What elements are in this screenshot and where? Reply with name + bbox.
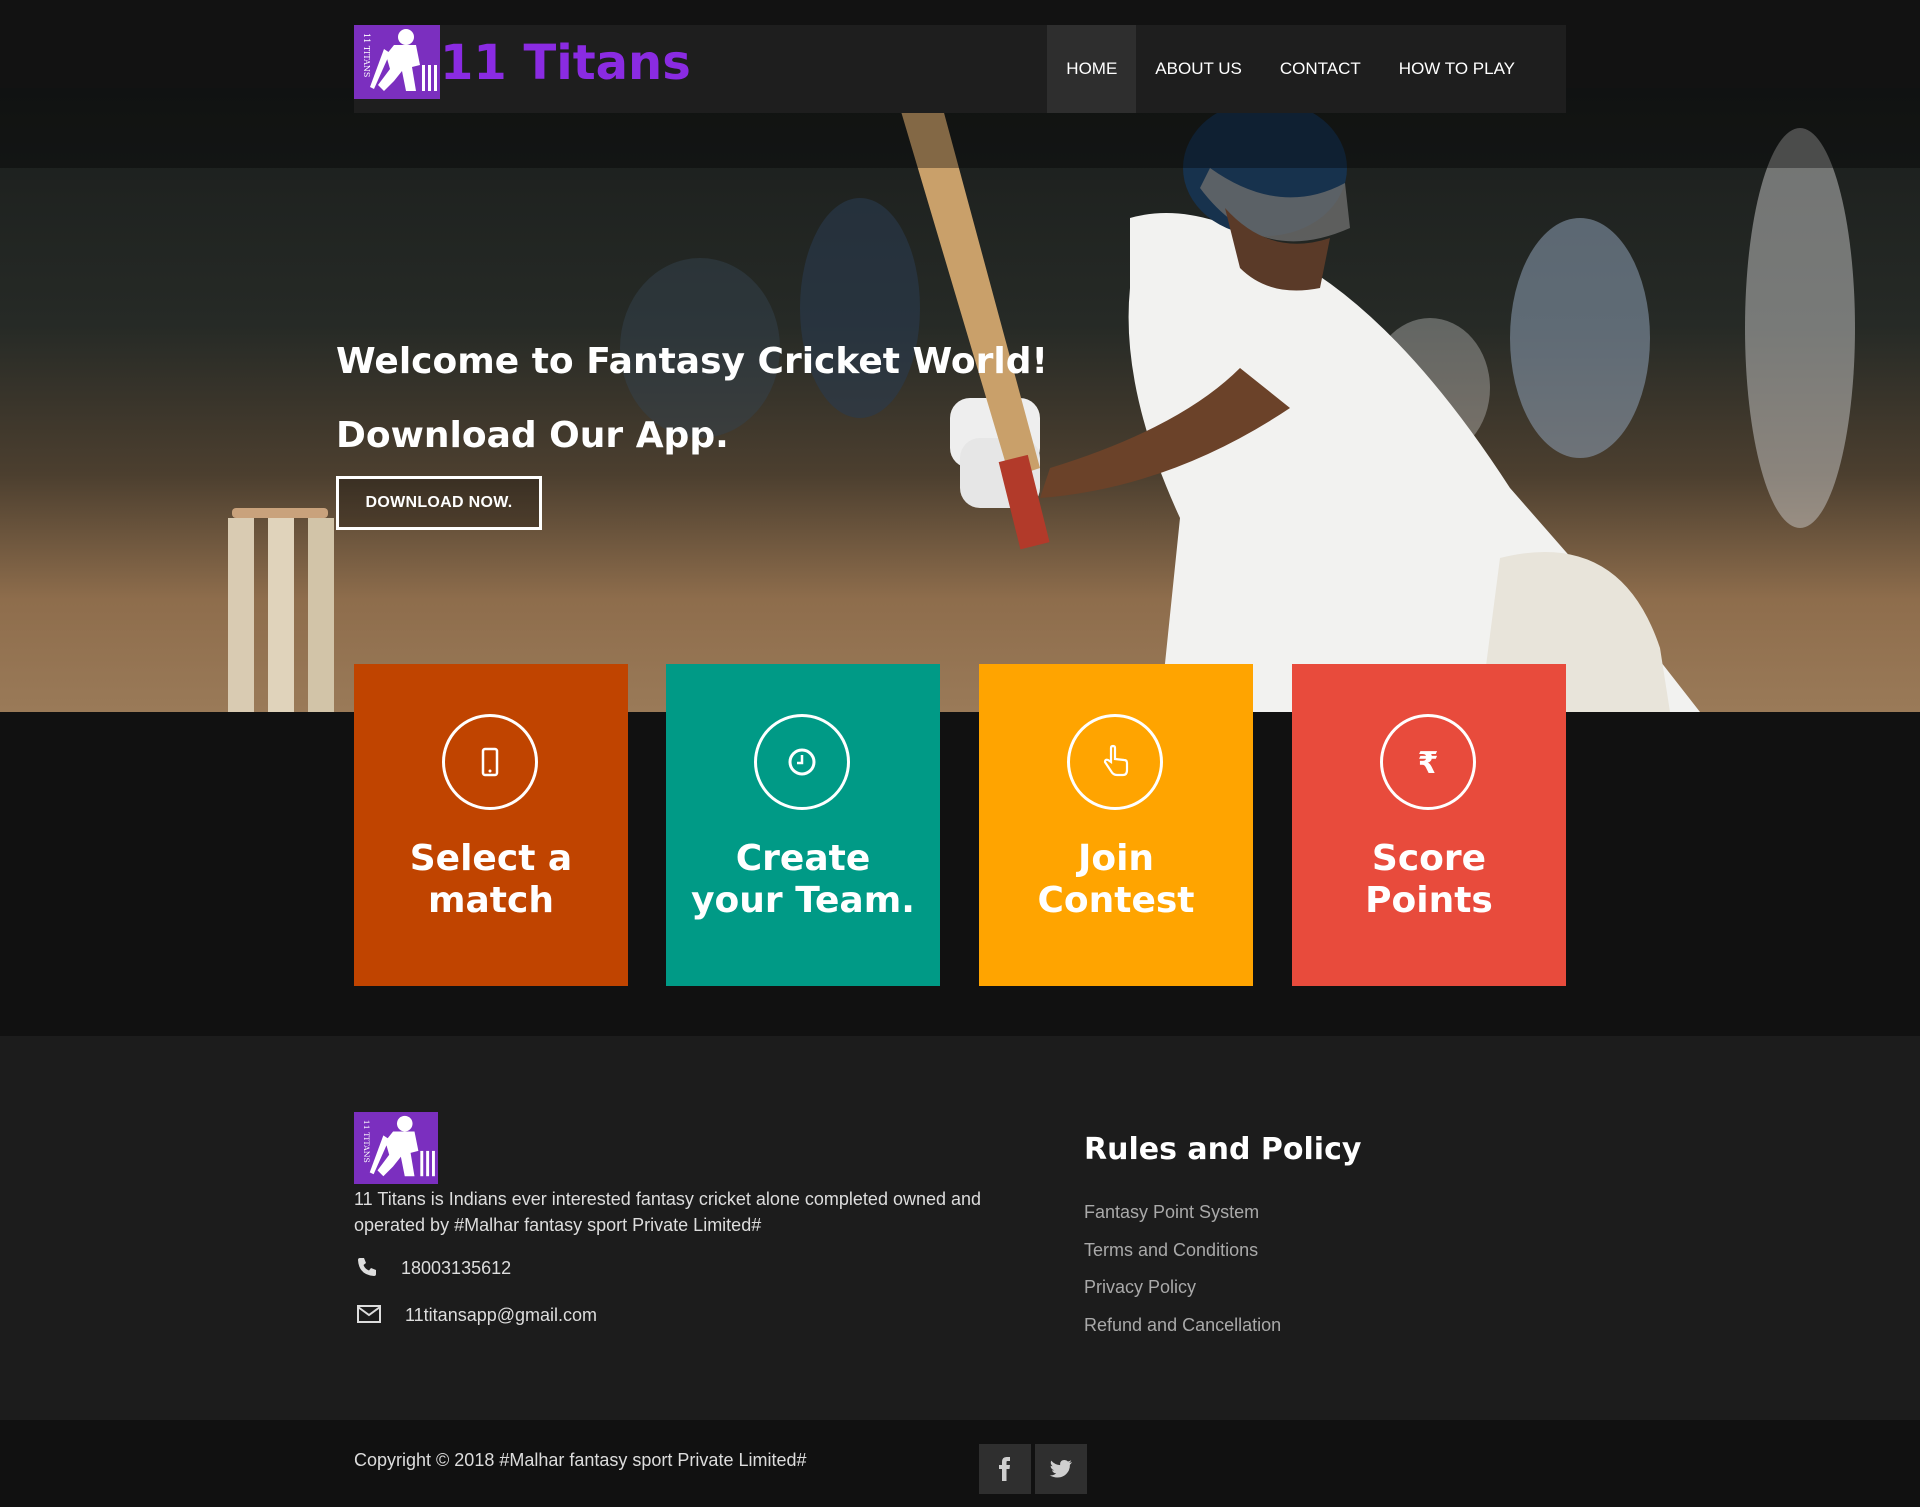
- brand-name[interactable]: 11 Titans: [440, 33, 691, 93]
- footer-description: 11 Titans is Indians ever interested fan…: [354, 1189, 982, 1235]
- clock-icon: [754, 714, 850, 810]
- nav-how-to-play[interactable]: HOW TO PLAY: [1380, 25, 1534, 113]
- rules-policy-heading: Rules and Policy: [1084, 1132, 1362, 1167]
- mobile-phone-icon: [442, 714, 538, 810]
- step-title: Join Contest: [1037, 838, 1195, 921]
- site-header: 11 TITANS 11 Titans HOME ABOUT US CONTAC…: [354, 25, 1566, 113]
- svg-text:11 TITANS: 11 TITANS: [362, 1120, 371, 1163]
- nav-about-us[interactable]: ABOUT US: [1136, 25, 1261, 113]
- link-privacy-policy[interactable]: Privacy Policy: [1084, 1269, 1281, 1307]
- twitter-icon[interactable]: [1035, 1444, 1087, 1494]
- envelope-icon: [356, 1303, 382, 1330]
- svg-text:11 TITANS: 11 TITANS: [362, 33, 371, 77]
- link-fantasy-point-system[interactable]: Fantasy Point System: [1084, 1194, 1281, 1232]
- batsman-logo-icon[interactable]: 11 TITANS: [354, 25, 440, 99]
- facebook-icon[interactable]: [979, 1444, 1031, 1494]
- step-title: Create your Team.: [691, 838, 915, 921]
- svg-text:₹: ₹: [1418, 746, 1439, 780]
- steps-section: Select a match Create your Team. Join Co…: [354, 664, 1566, 986]
- email-address: 11titansapp@gmail.com: [405, 1305, 598, 1325]
- pointing-hand-icon: [1067, 714, 1163, 810]
- rupee-icon: ₹: [1380, 714, 1476, 810]
- nav-home[interactable]: HOME: [1047, 25, 1137, 113]
- rules-policy-links: Fantasy Point System Terms and Condition…: [1084, 1194, 1281, 1344]
- nav-contact[interactable]: CONTACT: [1261, 25, 1380, 113]
- hero-welcome-text: Welcome to Fantasy Cricket World!: [336, 341, 1048, 382]
- step-card-create-team[interactable]: Create your Team.: [666, 664, 940, 986]
- bottom-bar: Copyright © 2018 #Malhar fantasy sport P…: [0, 1420, 1920, 1507]
- footer-email[interactable]: 11titansapp@gmail.com: [356, 1301, 636, 1331]
- step-card-score-points[interactable]: ₹ Score Points: [1292, 664, 1566, 986]
- step-card-join-contest[interactable]: Join Contest: [979, 664, 1253, 986]
- hero-download-text: Download Our App.: [336, 415, 729, 456]
- step-title: Score Points: [1365, 838, 1493, 921]
- link-terms-and-conditions[interactable]: Terms and Conditions: [1084, 1232, 1281, 1270]
- link-refund-and-cancellation[interactable]: Refund and Cancellation: [1084, 1307, 1281, 1345]
- copyright-text: Copyright © 2018 #Malhar fantasy sport P…: [354, 1450, 807, 1470]
- download-now-button[interactable]: DOWNLOAD NOW.: [336, 476, 542, 530]
- hero-heading: Welcome to Fantasy Cricket World! Downlo…: [336, 338, 1048, 460]
- footer-phone[interactable]: 18003135612: [356, 1254, 556, 1284]
- step-title: Select a match: [409, 838, 573, 921]
- main-nav: HOME ABOUT US CONTACT HOW TO PLAY: [1047, 25, 1566, 113]
- phone-number: 18003135612: [401, 1258, 512, 1278]
- site-footer: 11 TITANS 11 Titans is Indians ever inte…: [0, 1036, 1920, 1420]
- footer-logo-icon[interactable]: 11 TITANS: [354, 1112, 438, 1184]
- phone-icon: [356, 1256, 378, 1283]
- step-card-select-match[interactable]: Select a match: [354, 664, 628, 986]
